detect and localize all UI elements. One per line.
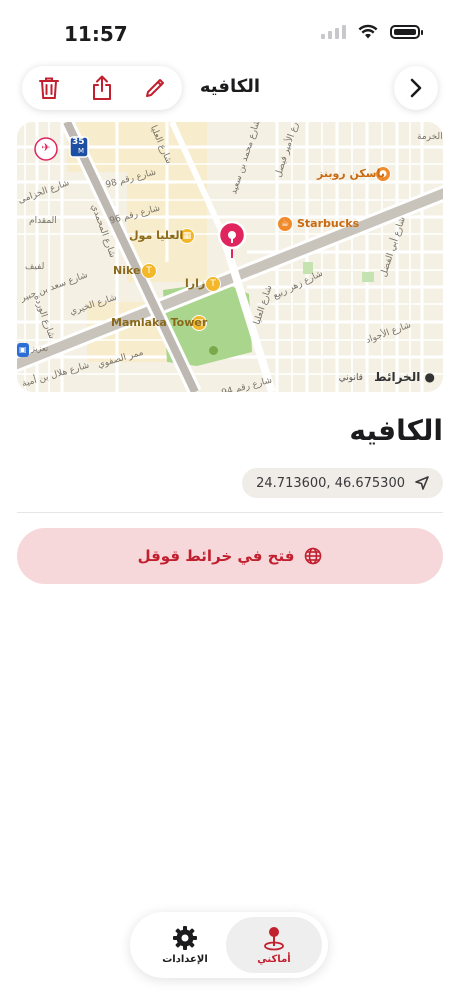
route-shield-sub: M xyxy=(78,147,85,155)
coffee-icon: ☕ xyxy=(277,216,293,232)
apple-maps-logo: الخرائط ● xyxy=(374,370,435,384)
tab-label: الإعدادات xyxy=(162,954,208,965)
route-shield-number: 35 xyxy=(72,137,85,147)
gear-icon xyxy=(173,926,197,950)
nav-title: الكافيه xyxy=(199,76,261,97)
poi-label: Starbucks xyxy=(297,217,360,230)
tab-settings[interactable]: الإعدادات xyxy=(137,917,233,973)
fuel-label: تعزيز xyxy=(31,344,49,353)
shirt-icon: T xyxy=(205,276,221,292)
street-label: المقدام xyxy=(29,216,57,226)
divider xyxy=(17,512,443,513)
coordinates-chip[interactable]: 24.713600, 46.675300 xyxy=(242,468,443,498)
poi-label: Mamlaka Tower xyxy=(111,316,208,329)
map-canvas xyxy=(17,122,443,392)
cellular-icon xyxy=(321,24,346,39)
poi-label: باسكن روبنز xyxy=(317,167,385,180)
map-pin-icon xyxy=(264,927,284,951)
legal-link[interactable]: قانوني xyxy=(339,373,363,383)
apple-icon: ● xyxy=(424,370,435,384)
chevron-right-icon xyxy=(410,78,422,98)
open-google-maps-button[interactable]: فتح في خرائط قوقل xyxy=(17,528,443,584)
fuel-icon: ▣ xyxy=(19,345,27,354)
status-time: 11:57 xyxy=(64,22,128,46)
wifi-icon xyxy=(358,24,378,39)
tab-bar: الإعدادات أماكني xyxy=(130,912,328,978)
poi-label: Nike xyxy=(113,264,141,277)
map-view[interactable]: ✈ 35 M ▣ تعزيز شارع العليا شارع العليا ش… xyxy=(17,122,443,392)
back-button[interactable] xyxy=(394,66,438,110)
tab-my-places[interactable]: أماكني xyxy=(226,917,322,973)
location-arrow-icon xyxy=(415,476,429,490)
place-title: الكافيه xyxy=(349,414,443,447)
compass-icon: ✈ xyxy=(41,141,51,154)
status-bar: 11:57 xyxy=(0,0,460,64)
tab-label: أماكني xyxy=(257,954,291,965)
poi-label: العليا مول xyxy=(129,229,184,242)
globe-icon xyxy=(305,547,322,565)
open-google-maps-label: فتح في خرائط قوقل xyxy=(137,547,295,565)
battery-icon xyxy=(390,24,423,39)
street-label: الخرمة xyxy=(417,132,443,142)
street-label: لفيف xyxy=(25,262,45,272)
poi-label: زارا xyxy=(185,277,206,290)
status-icons xyxy=(321,24,423,39)
shirt-icon: T xyxy=(141,263,157,279)
park-dot-icon xyxy=(209,346,218,355)
coordinates-text: 24.713600, 46.675300 xyxy=(256,475,405,491)
